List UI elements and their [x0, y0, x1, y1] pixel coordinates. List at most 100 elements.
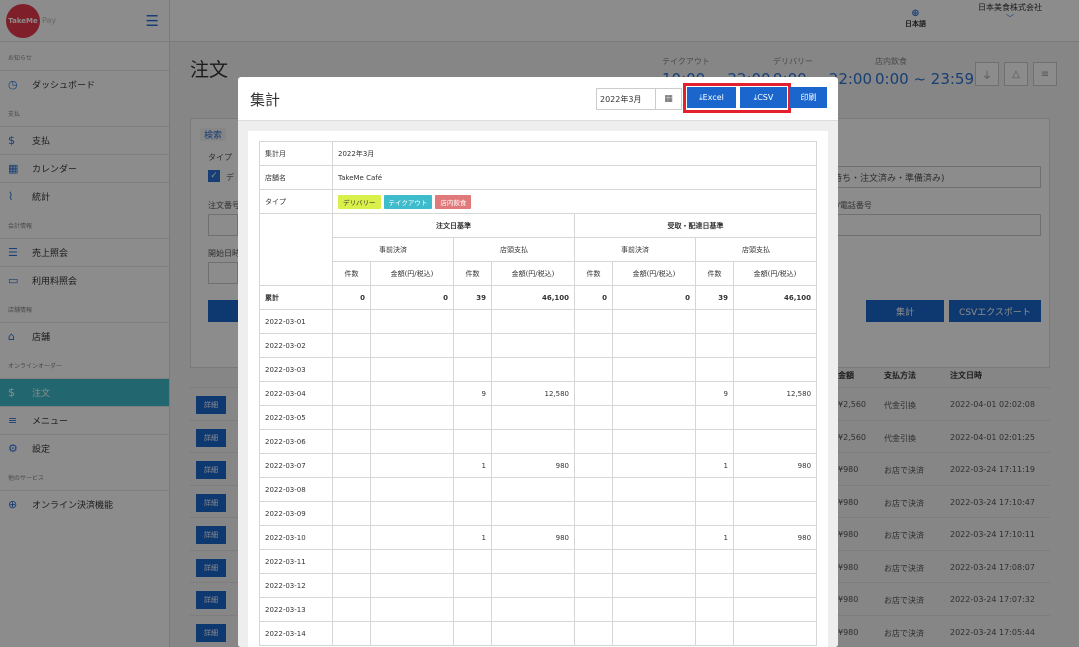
- value-cell: [695, 309, 734, 334]
- date-cell: 2022-03-13: [259, 597, 333, 622]
- day-row: 2022-03-12: [259, 573, 818, 598]
- value-cell: [732, 477, 818, 502]
- value-cell: [332, 357, 371, 382]
- modal-title: 集計: [250, 91, 281, 109]
- day-row: 2022-03-03: [259, 357, 818, 382]
- header-row: 件数 金額(円/税込) 件数 金額(円/税込) 件数 金額(円/税込) 件数 金額(円/税込): [260, 261, 818, 286]
- total-cell: 39: [695, 285, 734, 310]
- value-cell: [732, 549, 818, 574]
- value-cell: 12,580: [732, 381, 818, 406]
- value-cell: [332, 453, 371, 478]
- value-cell: [491, 333, 575, 358]
- value-cell: [370, 477, 454, 502]
- aggregate-modal: 集計 2022年3月 ▦ ⤓ Excel ⤓ CSV 印刷 集計月 2022年3月 店舗…: [238, 77, 838, 647]
- value-cell: 980: [732, 453, 818, 478]
- store-value: TakeMe Café: [331, 165, 818, 190]
- value-cell: [574, 381, 613, 406]
- value-cell: [574, 621, 613, 646]
- type-tag: テイクアウト: [383, 194, 433, 209]
- value-cell: [491, 477, 575, 502]
- value-cell: [574, 453, 613, 478]
- modal-body: 集計月 2022年3月 店舗名 TakeMe Café タイプ デリバリー テイクアウト 店内…: [238, 121, 838, 647]
- date-cell: 2022-03-12: [259, 573, 333, 598]
- print-button[interactable]: 印刷: [790, 87, 827, 108]
- modal-header: 集計 2022年3月 ▦ ⤓ Excel ⤓ CSV 印刷: [238, 77, 838, 121]
- value-cell: [695, 549, 734, 574]
- value-cell: 9: [453, 381, 492, 406]
- value-cell: [574, 405, 613, 430]
- value-cell: [695, 333, 734, 358]
- total-row: 累計 0 0 39 46,100 0 0 39 46,100: [259, 285, 818, 310]
- count-header: 件数: [332, 261, 371, 286]
- total-cell: 39: [453, 285, 492, 310]
- value-cell: [370, 453, 454, 478]
- total-cell: 0: [612, 285, 696, 310]
- value-cell: [612, 501, 696, 526]
- summary-row: 集計月 2022年3月: [259, 141, 818, 166]
- amount-header: 金額(円/税込): [612, 261, 696, 286]
- value-cell: [695, 357, 734, 382]
- day-row: 2022-03-04 9 12,580 9 12,580: [259, 381, 818, 406]
- value-cell: [732, 597, 818, 622]
- day-row: 2022-03-02: [259, 333, 818, 358]
- value-cell: [574, 573, 613, 598]
- value-cell: [453, 309, 492, 334]
- value-cell: [574, 309, 613, 334]
- value-cell: [574, 333, 613, 358]
- value-cell: [332, 501, 371, 526]
- csv-download-button[interactable]: ⤓ CSV: [740, 87, 787, 108]
- day-row: 2022-03-01: [259, 309, 818, 334]
- value-cell: [732, 309, 818, 334]
- csv-label: CSV: [757, 93, 774, 102]
- date-cell: 2022-03-06: [259, 429, 333, 454]
- value-cell: [612, 525, 696, 550]
- date-cell: 2022-03-04: [259, 381, 333, 406]
- excel-label: Excel: [702, 93, 724, 102]
- month-picker-input[interactable]: 2022年3月: [596, 88, 656, 110]
- order-basis-header: 注文日基準: [332, 213, 575, 238]
- value-cell: [491, 501, 575, 526]
- header-row: 注文日基準 受取・配達日基準: [259, 213, 818, 286]
- value-cell: [332, 597, 371, 622]
- total-label: 累計: [259, 285, 333, 310]
- value-cell: [332, 549, 371, 574]
- calendar-icon[interactable]: ▦: [656, 88, 682, 110]
- value-cell: [732, 621, 818, 646]
- value-cell: 980: [491, 453, 575, 478]
- value-cell: [612, 477, 696, 502]
- date-cell: 2022-03-09: [259, 501, 333, 526]
- value-cell: [453, 549, 492, 574]
- value-cell: [732, 405, 818, 430]
- date-cell: 2022-03-02: [259, 333, 333, 358]
- value-cell: [370, 429, 454, 454]
- value-cell: [370, 405, 454, 430]
- value-cell: [332, 333, 371, 358]
- summary-row: タイプ デリバリー テイクアウト 店内飲食: [259, 189, 818, 214]
- value-cell: [453, 621, 492, 646]
- value-cell: 12,580: [491, 381, 575, 406]
- value-cell: [695, 597, 734, 622]
- excel-download-button[interactable]: ⤓ Excel: [687, 87, 736, 108]
- value-cell: [453, 597, 492, 622]
- value-cell: 980: [732, 525, 818, 550]
- receive-basis-header: 受取・配達日基準: [573, 213, 818, 238]
- row-label: タイプ: [259, 189, 333, 214]
- day-row: 2022-03-13: [259, 597, 818, 622]
- value-cell: [574, 357, 613, 382]
- date-cell: 2022-03-01: [259, 309, 333, 334]
- header-row: 事前決済 店頭支払 事前決済 店頭支払: [260, 237, 818, 262]
- value-cell: [612, 621, 696, 646]
- value-cell: [370, 525, 454, 550]
- value-cell: [491, 597, 575, 622]
- value-cell: [732, 357, 818, 382]
- value-cell: [491, 405, 575, 430]
- value-cell: 9: [695, 381, 734, 406]
- date-cell: 2022-03-10: [259, 525, 333, 550]
- value-cell: [574, 525, 613, 550]
- value-cell: [453, 501, 492, 526]
- value-cell: [370, 597, 454, 622]
- total-cell: 46,100: [491, 285, 575, 310]
- value-cell: [332, 405, 371, 430]
- amount-header: 金額(円/税込): [491, 261, 575, 286]
- value-cell: [612, 333, 696, 358]
